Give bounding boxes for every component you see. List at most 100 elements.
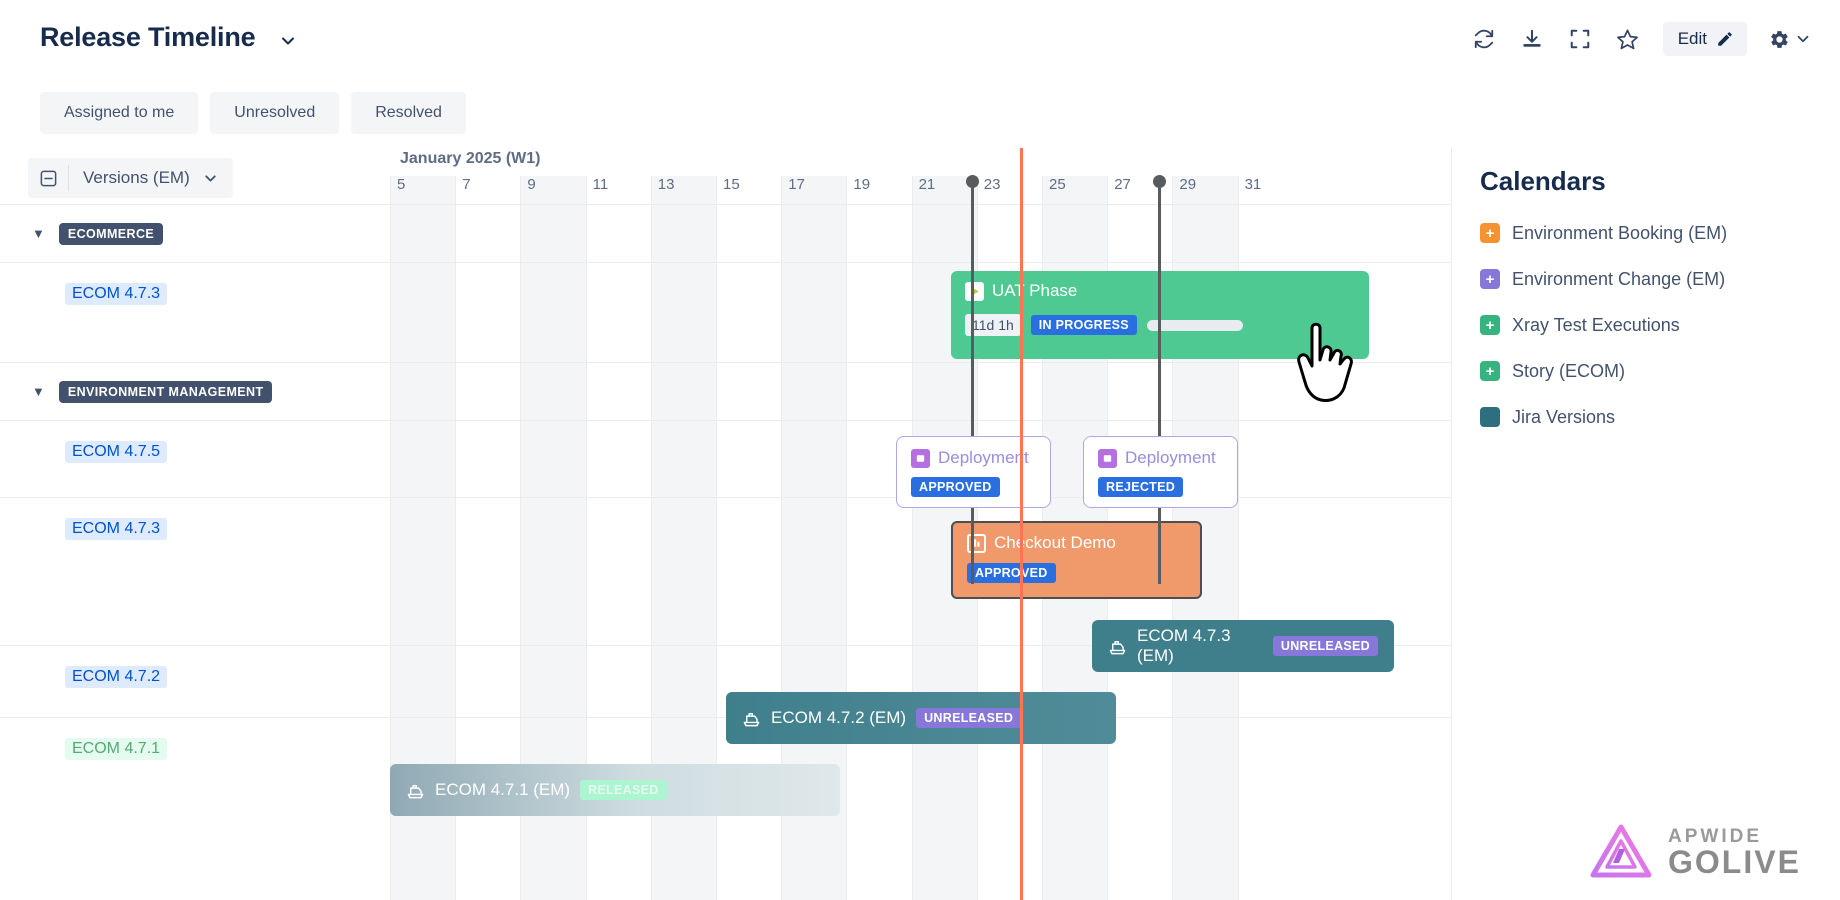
edit-button-label: Edit: [1677, 29, 1707, 48]
group-label: ECOMMERCE: [58, 222, 164, 245]
timeline-day-label: 11: [592, 176, 609, 193]
event-title: Deployment: [1125, 448, 1216, 467]
ship-icon: [742, 709, 761, 728]
top-bar: Release Timeline Edit: [0, 0, 1840, 78]
filter-resolved[interactable]: Resolved: [351, 92, 466, 134]
version-bar-ecom-473[interactable]: ECOM 4.7.3 (EM) UNRELEASED: [1092, 620, 1394, 672]
calendar-item-label: Environment Booking (EM): [1512, 222, 1728, 243]
timeline-day-label: 23: [983, 176, 1001, 193]
row-label-ecom-475[interactable]: ECOM 4.7.5: [0, 420, 388, 497]
apwide-triangle-logo-icon: [1588, 822, 1654, 882]
version-pill: ECOM 4.7.3: [65, 518, 168, 540]
plus-square-icon: +: [1480, 269, 1500, 289]
version-title: ECOM 4.7.1 (EM): [435, 780, 571, 799]
group-row-environment-management[interactable]: ▼ ENVIRONMENT MANAGEMENT: [0, 362, 388, 420]
version-bar-ecom-472[interactable]: ECOM 4.7.2 (EM) UNRELEASED: [726, 692, 1116, 744]
row-label-ecom-473-ecommerce[interactable]: ECOM 4.7.3: [0, 262, 388, 362]
fullscreen-icon[interactable]: [1567, 26, 1593, 52]
filter-label: Unresolved: [234, 104, 316, 121]
status-badge: IN PROGRESS: [1030, 315, 1137, 335]
logo-golive: GOLIVE: [1668, 843, 1801, 880]
event-title-row: Deployment: [911, 448, 1036, 468]
timeline-day-label: 5: [397, 176, 406, 193]
calendars-list: + Environment Booking (EM) + Environment Ch…: [1480, 210, 1820, 440]
status-badge: UNRELEASED: [1272, 636, 1378, 656]
page-title: Release Timeline: [40, 22, 256, 52]
timeline-day-label: 29: [1179, 176, 1197, 193]
calendars-panel: Calendars + Environment Booking (EM) + Envi…: [1451, 148, 1840, 900]
ship-icon: [406, 781, 425, 800]
group-row-ecommerce[interactable]: ▼ ECOMMERCE: [0, 204, 388, 262]
calendar-item-1[interactable]: + Environment Change (EM): [1480, 256, 1820, 302]
timeline-day-label: 21: [918, 176, 936, 193]
row-label-ecom-473-em[interactable]: ECOM 4.7.3: [0, 497, 388, 645]
row-separator: [388, 420, 1451, 421]
filter-assigned-to-me[interactable]: Assigned to me: [40, 92, 199, 134]
calendar-item-0[interactable]: + Environment Booking (EM): [1480, 210, 1820, 256]
event-title-row: Deployment: [1098, 448, 1223, 468]
star-icon[interactable]: [1615, 26, 1641, 52]
page-title-chevron-down-icon[interactable]: [278, 31, 298, 56]
calendar-item-4[interactable]: Jira Versions: [1480, 394, 1820, 440]
download-icon[interactable]: [1519, 26, 1545, 52]
status-badge: APPROVED: [967, 563, 1056, 583]
logo-wordmark: APWIDE GOLIVE: [1668, 827, 1801, 878]
timeline-grid[interactable]: January 2025 (W1) 5 7 9 11 13 15 17 19 21 23 25 27 2…: [388, 148, 1451, 900]
plus-square-icon: +: [1480, 315, 1500, 335]
caret-down-icon[interactable]: ▼: [32, 384, 45, 399]
timeline-day-label: 15: [723, 176, 740, 193]
status-badge: UNRELEASED: [916, 708, 1022, 728]
timeline-day-label: 25: [1049, 176, 1066, 193]
calendar-item-2[interactable]: + Xray Test Executions: [1480, 302, 1820, 348]
version-title: ECOM 4.7.3 (EM): [1137, 626, 1231, 665]
settings-chevron-down-icon: [1794, 30, 1812, 48]
event-title: Deployment: [938, 448, 1029, 467]
timeline-board: Versions (EM) ▼ ECOMMERCE ECOM 4.7.3 ▼ E…: [0, 148, 1840, 900]
row-separator: [388, 262, 1451, 263]
status-badge: RELEASED: [580, 780, 667, 800]
calendar-item-3[interactable]: + Story (ECOM): [1480, 348, 1820, 394]
row-label-ecom-472[interactable]: ECOM 4.7.2: [0, 645, 388, 717]
event-title-row: Checkout Demo: [967, 533, 1186, 553]
filter-label: Resolved: [375, 104, 442, 121]
today-marker: [1020, 148, 1023, 900]
calendar-item-label: Jira Versions: [1512, 406, 1616, 427]
grouping-chevron-down-icon[interactable]: [202, 170, 233, 187]
collapse-minus-icon[interactable]: [28, 158, 68, 198]
settings-menu-button[interactable]: [1769, 29, 1812, 50]
calendar-item-label: Xray Test Executions: [1512, 314, 1680, 335]
plus-square-icon: +: [1480, 361, 1500, 381]
edit-button[interactable]: Edit: [1662, 22, 1747, 56]
event-card-deployment-rejected[interactable]: Deployment REJECTED: [1083, 436, 1238, 508]
timeline-day-label: 17: [788, 176, 805, 193]
event-bar-checkout-demo[interactable]: Checkout Demo APPROVED: [951, 521, 1202, 599]
timeline-day-label: 7: [462, 176, 471, 193]
group-label: ENVIRONMENT MANAGEMENT: [58, 380, 273, 403]
grouping-selector[interactable]: Versions (EM): [28, 158, 233, 198]
environment-icon: [967, 533, 986, 553]
header-toolbar: Edit: [1471, 22, 1812, 56]
document-icon: [1098, 448, 1117, 468]
timeline-day-label: 19: [853, 176, 871, 193]
event-card-deployment-approved[interactable]: Deployment APPROVED: [896, 436, 1051, 508]
refresh-icon[interactable]: [1471, 26, 1497, 52]
document-icon: [911, 448, 930, 468]
ship-icon: [1108, 637, 1127, 656]
filter-label: Assigned to me: [64, 104, 175, 121]
apwide-golive-logo: APWIDE GOLIVE: [1588, 822, 1801, 882]
timeline-day-column[interactable]: 19: [846, 176, 911, 900]
timeline-day-label: 13: [657, 176, 675, 193]
row-label-ecom-471[interactable]: ECOM 4.7.1: [0, 717, 388, 789]
timeline-month-label: January 2025 (W1): [400, 150, 541, 167]
filter-unresolved[interactable]: Unresolved: [210, 92, 340, 134]
left-row-header-column: Versions (EM) ▼ ECOMMERCE ECOM 4.7.3 ▼ E…: [0, 148, 388, 900]
calendar-item-label: Environment Change (EM): [1512, 268, 1726, 289]
filter-chip-group: Assigned to me Unresolved Resolved: [40, 92, 466, 134]
milestone-line: [1158, 181, 1161, 584]
version-bar-ecom-471[interactable]: ECOM 4.7.1 (EM) RELEASED: [390, 764, 840, 816]
logo-apwide: APWIDE: [1668, 825, 1762, 847]
caret-down-icon[interactable]: ▼: [32, 226, 45, 241]
plus-square-icon: +: [1480, 223, 1500, 243]
pencil-icon: [1716, 30, 1734, 48]
play-square-icon: [965, 281, 984, 301]
